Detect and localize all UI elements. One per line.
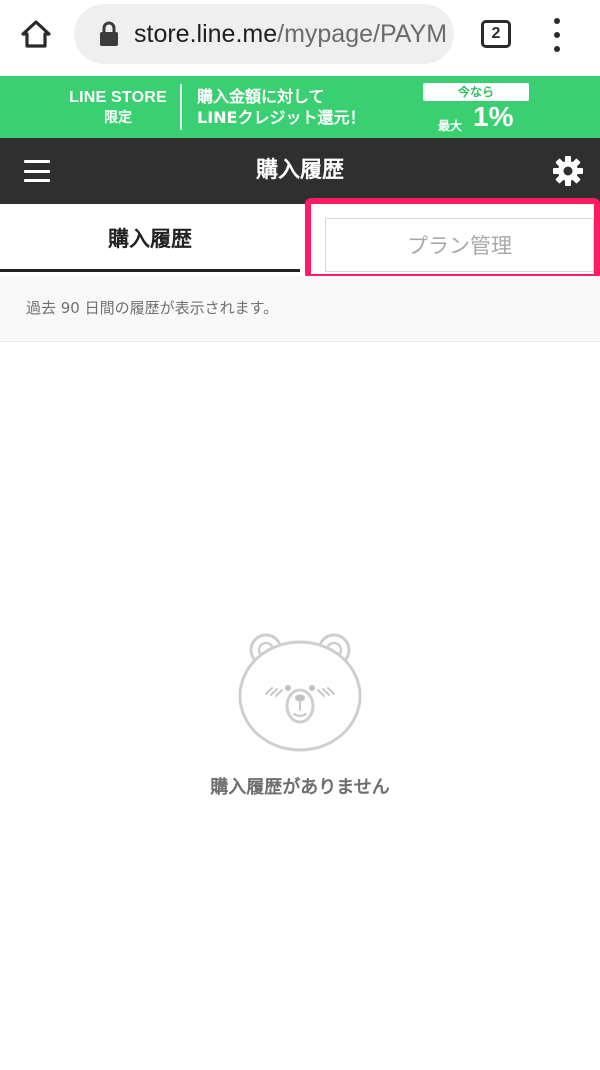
promo-message-line1: 購入金額に対して <box>197 87 325 106</box>
promo-divider <box>180 84 182 130</box>
active-tab-indicator <box>0 269 300 272</box>
tab-bar: 購入履歴 プラン管理 <box>0 198 600 280</box>
menu-icon[interactable] <box>24 160 50 182</box>
more-vert-icon[interactable] <box>548 18 566 52</box>
home-button[interactable] <box>16 14 56 54</box>
tab-switcher-button[interactable]: 2 <box>481 20 511 48</box>
promo-store-label: LINE STORE 限定 <box>66 88 170 126</box>
empty-state-message: 購入履歴がありません <box>210 777 390 798</box>
page-title: 購入履歴 <box>255 158 344 183</box>
gear-icon[interactable] <box>552 155 584 187</box>
page: store.line.me/mypage/PAYM 2 LINE STORE 限… <box>0 0 600 1070</box>
promo-badge-now: 今なら <box>423 83 529 101</box>
promo-message: 購入金額に対して LINEクレジット還元！ <box>197 86 365 128</box>
tab-count: 2 <box>491 25 501 42</box>
bear-face-icon <box>238 633 362 752</box>
notice-text: 過去 90 日間の履歴が表示されます。 <box>26 299 279 317</box>
tab-purchase-history[interactable]: 購入履歴 <box>0 204 300 272</box>
url-text: store.line.me/mypage/PAYM <box>134 20 447 49</box>
promo-store-name: LINE STORE <box>69 89 167 106</box>
promo-banner[interactable]: LINE STORE 限定 購入金額に対して LINEクレジット還元！ 今なら … <box>0 76 600 138</box>
address-bar[interactable]: store.line.me/mypage/PAYM <box>74 4 454 64</box>
url-path: /mypage/PAYM <box>277 19 448 48</box>
browser-toolbar: store.line.me/mypage/PAYM 2 <box>0 0 600 76</box>
url-domain: store.line.me <box>134 19 278 48</box>
highlight-box: プラン管理 <box>305 198 600 280</box>
tab-plan-management[interactable]: プラン管理 <box>325 218 594 272</box>
lock-icon <box>100 21 118 46</box>
promo-message-line2: LINEクレジット還元！ <box>197 108 366 127</box>
promo-store-limited: 限定 <box>104 109 132 125</box>
app-header: 購入履歴 <box>0 138 600 204</box>
promo-badge-percent: 1% <box>473 101 514 132</box>
home-icon <box>21 20 51 48</box>
promo-badge-max: 最大 <box>438 119 463 133</box>
history-notice: 過去 90 日間の履歴が表示されます。 <box>0 276 600 342</box>
